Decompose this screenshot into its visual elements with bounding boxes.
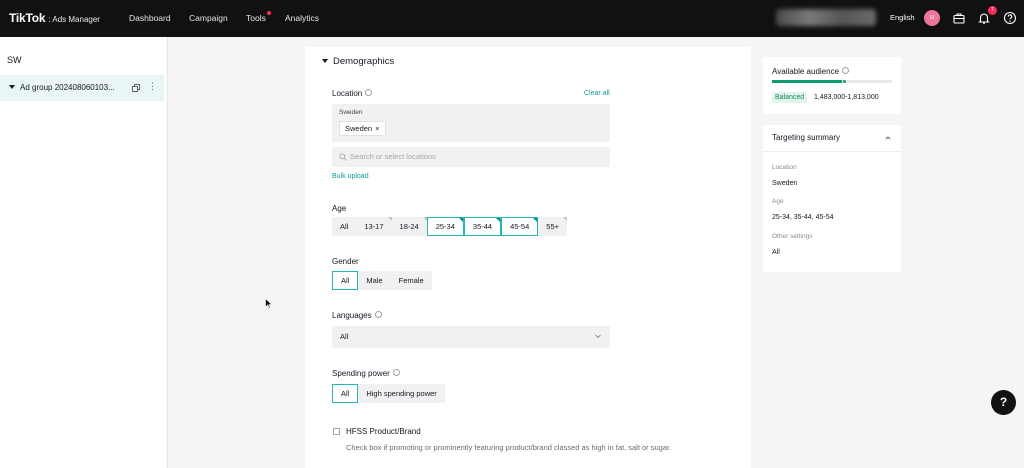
caret-down-icon[interactable] — [9, 85, 15, 89]
briefcase-icon[interactable] — [952, 11, 966, 25]
notification-count-badge: 1 — [988, 6, 997, 15]
gender-option-male[interactable]: Male — [358, 271, 391, 290]
selected-corner-marker — [496, 218, 501, 222]
spending-power-label-text: Spending power — [332, 369, 390, 378]
age-option-all[interactable]: All — [332, 217, 357, 236]
location-chip: Sweden × — [339, 121, 386, 136]
audience-range: 1,483,000-1,813,000 — [814, 94, 879, 101]
summary-other-value: All — [772, 249, 780, 256]
sidebar-item-ad-group[interactable]: Ad group 202408060103... ⋮ — [0, 75, 164, 101]
mouse-cursor-icon — [265, 298, 273, 309]
search-icon — [339, 153, 347, 161]
spending-option-high[interactable]: High spending power — [358, 384, 445, 403]
hfss-description: Check box if promoting or prominently fe… — [346, 443, 672, 452]
gender-label: Gender — [332, 257, 359, 266]
sidebar-account-title: SW — [7, 55, 22, 65]
summary-age-value: 25-34, 35-44, 45-54 — [772, 214, 834, 221]
audience-title-text: Available audience — [772, 67, 840, 76]
spending-power-label: Spending power — [332, 369, 400, 378]
clear-all-link[interactable]: Clear all — [584, 90, 610, 97]
age-label: Age — [332, 204, 347, 213]
location-search-input[interactable]: Search or select locations — [332, 147, 610, 167]
age-option-label: 45-54 — [510, 222, 530, 231]
languages-dropdown[interactable]: All — [332, 326, 610, 348]
gender-option-all[interactable]: All — [332, 271, 359, 290]
spending-option-all[interactable]: All — [332, 384, 359, 403]
section-title[interactable]: Demographics — [333, 56, 394, 67]
logo-subtext: : Ads Manager — [48, 15, 100, 24]
age-option-label: 18-24 — [399, 222, 419, 231]
search-placeholder: Search or select locations — [350, 152, 436, 161]
targeting-summary-card: Targeting summary Location Sweden Age 25… — [763, 125, 901, 272]
summary-location-key: Location — [772, 164, 797, 171]
sidebar-item-label: Ad group 202408060103... — [20, 83, 115, 92]
age-option-label: 25-34 — [435, 222, 455, 231]
help-fab-button[interactable]: ? — [991, 390, 1016, 415]
available-audience-card: Available audience Balanced 1,483,000-1,… — [763, 57, 901, 114]
gender-option-female[interactable]: Female — [390, 271, 432, 290]
language-selector[interactable]: English — [890, 13, 915, 22]
caret-down-icon[interactable] — [322, 59, 328, 63]
age-option-label: 13-17 — [364, 222, 384, 231]
age-option-label: 55+ — [546, 222, 560, 231]
chevron-up-icon[interactable] — [885, 135, 891, 141]
info-icon[interactable] — [374, 311, 382, 319]
age-option-25-34[interactable]: 25-34 — [426, 217, 464, 236]
bulk-upload-link[interactable]: Bulk upload — [332, 173, 369, 180]
age-option-35-44[interactable]: 35-44 — [463, 217, 502, 236]
info-icon[interactable] — [392, 369, 400, 377]
info-icon[interactable] — [365, 89, 373, 97]
status-badge: Balanced — [772, 92, 808, 103]
audience-meter-fill — [772, 80, 844, 83]
nav-tools-label: Tools — [246, 13, 266, 23]
top-navigation-bar: TikTok : Ads Manager Dashboard Campaign … — [0, 0, 1024, 37]
audience-meter — [772, 79, 892, 84]
gender-selector: All Male Female — [332, 271, 432, 290]
chevron-down-icon — [595, 334, 601, 339]
summary-title: Targeting summary — [772, 133, 841, 142]
more-options-icon[interactable]: ⋮ — [148, 81, 157, 92]
account-selector-blurred[interactable] — [776, 9, 876, 26]
location-label-text: Location — [332, 89, 363, 98]
summary-other-key: Other settings — [772, 233, 813, 240]
summary-age-key: Age — [772, 198, 784, 205]
age-option-18-24[interactable]: 18-24 — [391, 217, 427, 236]
audience-meter-marker — [842, 79, 847, 84]
audience-title: Available audience — [772, 67, 850, 76]
nav-campaign[interactable]: Campaign — [189, 13, 228, 23]
divider — [763, 151, 901, 152]
tiktok-ads-logo[interactable]: TikTok : Ads Manager — [9, 11, 100, 25]
age-selector: All 13-17 18-24 25-34 35-44 45-54 55+ — [332, 217, 568, 236]
hfss-label[interactable]: HFSS Product/Brand — [346, 427, 421, 436]
help-circle-icon[interactable] — [1003, 11, 1017, 25]
copy-icon[interactable] — [132, 84, 140, 92]
languages-label-text: Languages — [332, 311, 372, 320]
age-option-55-plus[interactable]: 55+ — [538, 217, 568, 236]
demographics-card: Demographics Location Clear all Sweden S… — [305, 47, 751, 468]
location-chip-label: Sweden — [345, 124, 373, 133]
languages-label: Languages — [332, 311, 382, 320]
avatar[interactable]: u — [924, 10, 940, 26]
sidebar: SW Ad group 202408060103... ⋮ — [0, 37, 168, 468]
summary-location-value: Sweden — [772, 180, 798, 187]
nav-dashboard[interactable]: Dashboard — [129, 13, 171, 23]
location-label: Location — [332, 89, 373, 98]
nav-tools[interactable]: Tools — [246, 11, 271, 23]
hfss-checkbox[interactable] — [333, 428, 340, 435]
spending-power-selector: All High spending power — [332, 384, 445, 403]
tools-notification-dot — [266, 11, 271, 15]
selected-corner-marker — [533, 218, 538, 222]
age-option-label: 35-44 — [472, 222, 493, 231]
age-option-13-17[interactable]: 13-17 — [356, 217, 392, 236]
corner-marker — [563, 217, 568, 221]
info-icon[interactable] — [842, 67, 850, 75]
languages-value: All — [340, 332, 349, 341]
nav-analytics[interactable]: Analytics — [285, 13, 319, 23]
remove-chip-icon[interactable]: × — [375, 122, 379, 135]
logo-text: TikTok — [9, 11, 46, 25]
selected-corner-marker — [458, 218, 463, 222]
location-group-name: Sweden — [339, 109, 363, 116]
age-option-45-54[interactable]: 45-54 — [501, 217, 539, 236]
selected-locations-box: Sweden Sweden × — [332, 104, 610, 142]
